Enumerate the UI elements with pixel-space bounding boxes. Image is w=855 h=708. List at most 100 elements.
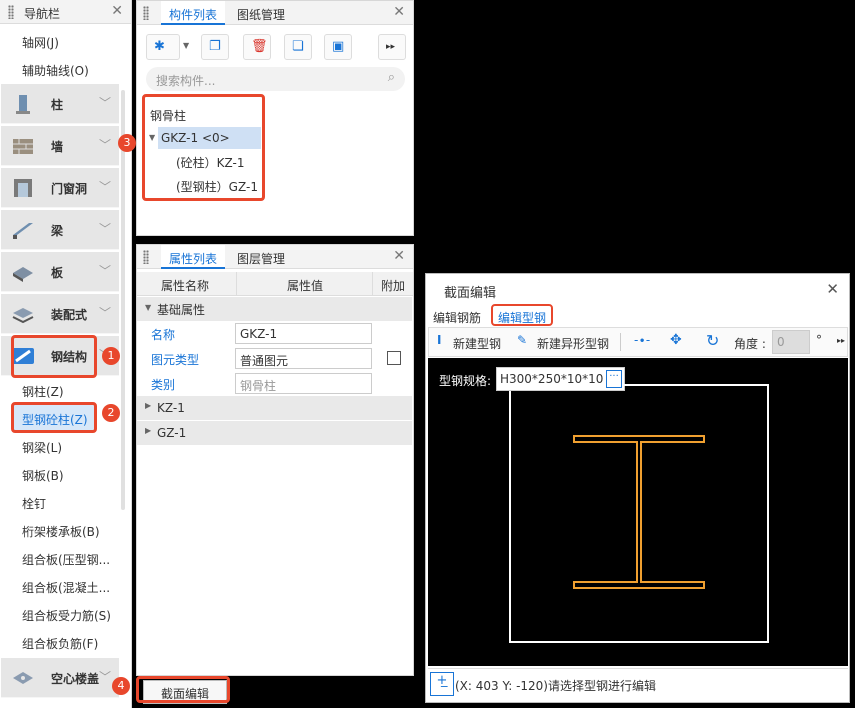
group-label: GZ-1 — [157, 426, 187, 440]
nav-item-composite-profiled[interactable]: 组合板(压型钢... — [22, 551, 110, 568]
prop-value-input[interactable]: 普通图元 — [235, 348, 372, 369]
status-bar: +̲ (X: 403 Y: -120)请选择型钢进行编辑 — [428, 668, 848, 700]
save-icon: ▣ — [332, 39, 345, 54]
tab-edit-rebar[interactable]: 编辑钢筋 — [433, 309, 481, 326]
nav-title: 导航栏 — [24, 7, 61, 21]
search-icon[interactable]: ⌕ — [388, 70, 395, 85]
close-icon[interactable]: ✕ — [826, 280, 839, 298]
nav-item-truss-deck[interactable]: 桁架楼承板(B) — [22, 523, 100, 540]
prop-value-input[interactable]: GKZ-1 — [235, 323, 372, 344]
nav-cat-label: 装配式 — [51, 308, 88, 322]
rotate-icon[interactable]: ↻ — [706, 331, 719, 350]
add-checkbox[interactable] — [387, 351, 401, 365]
new-special-steel-button[interactable]: 新建异形型钢 — [537, 335, 609, 352]
angle-input[interactable]: 0 — [772, 330, 810, 354]
search-input[interactable]: 搜索构件... — [156, 72, 215, 89]
search-field[interactable]: 搜索构件... ⌕ — [146, 67, 405, 91]
angle-value: 0 — [777, 335, 785, 349]
nav-cat-door-window[interactable]: 门窗洞 ﹀ — [1, 168, 119, 208]
property-table-header: 属性名称 属性值 附加 — [137, 272, 413, 296]
step-badge: 1 — [102, 347, 120, 365]
section-canvas[interactable]: 型钢规格: H300*250*10*10 ··· — [428, 358, 848, 666]
copy-to-floor-button[interactable]: ❏ — [284, 34, 312, 60]
prop-value: 普通图元 — [240, 354, 289, 368]
property-panel-header: 属性列表 图层管理 ✕ — [137, 245, 413, 269]
expand-icon[interactable]: ▶ — [145, 401, 151, 410]
nav-cat-prefab[interactable]: 装配式 ﹀ — [1, 294, 119, 334]
chevron-down-icon: ﹀ — [98, 264, 111, 278]
delete-button[interactable]: 🗑 — [243, 34, 271, 60]
group-label: KZ-1 — [157, 401, 185, 415]
more-icon: ▸▸ — [386, 42, 396, 52]
prop-value: 钢骨柱 — [240, 379, 277, 393]
nav-cat-wall[interactable]: 墙 ﹀ — [1, 126, 119, 166]
col-name: 属性名称 — [161, 279, 210, 293]
lock-icon[interactable] — [143, 6, 149, 20]
nav-item-stud[interactable]: 栓钉 — [22, 495, 46, 512]
highlight-box-steel-concrete — [11, 402, 97, 433]
beam-icon — [13, 223, 33, 239]
nav-item-steel-beam[interactable]: 钢梁(L) — [22, 439, 62, 456]
point-icon[interactable]: -∙- — [634, 333, 650, 347]
tab-property-list[interactable]: 属性列表 — [161, 245, 226, 269]
close-icon[interactable]: ✕ — [111, 3, 123, 19]
step-badge: 4 — [112, 677, 130, 695]
chevron-down-icon: ﹀ — [98, 180, 111, 194]
editor-toolbar: I 新建型钢 ✎ 新建异形型钢 -∙- ✥ ↻ 角度 : 0 ° ▸▸ — [428, 327, 848, 357]
add-point-icon[interactable]: +̲ — [430, 672, 454, 696]
col-value: 属性值 — [287, 279, 324, 293]
chevron-down-icon: ﹀ — [98, 222, 111, 236]
nav-item-steel-column[interactable]: 钢柱(Z) — [22, 383, 64, 400]
new-icon: ✱ — [154, 39, 165, 54]
highlight-box-section-edit — [136, 676, 230, 703]
expand-icon[interactable]: ▶ — [145, 426, 151, 435]
close-icon[interactable]: ✕ — [393, 4, 405, 20]
nav-cat-label: 柱 — [51, 98, 64, 112]
prop-value-input[interactable]: 钢骨柱 — [235, 373, 372, 394]
prop-row: 图元类型 普通图元 — [137, 346, 412, 370]
nav-item-steel-plate[interactable]: 钢板(B) — [22, 467, 64, 484]
col-add: 附加 — [381, 279, 406, 293]
tab-layer-management[interactable]: 图层管理 — [229, 245, 293, 269]
tab-component-list[interactable]: 构件列表 — [161, 1, 226, 25]
close-icon[interactable]: ✕ — [393, 248, 405, 264]
group-gz[interactable]: ▶ GZ-1 — [137, 421, 412, 445]
tab-drawing-management[interactable]: 图纸管理 — [229, 1, 293, 25]
group-kz[interactable]: ▶ KZ-1 — [137, 396, 412, 420]
angle-label: 角度 : — [734, 337, 766, 351]
nav-item-axis-grid[interactable]: 轴网(J) — [22, 34, 59, 51]
nav-cat-column[interactable]: 柱 ﹀ — [1, 84, 119, 124]
slab-icon — [13, 267, 33, 282]
drag-handle-icon[interactable] — [8, 5, 14, 19]
highlight-box-tree — [142, 94, 265, 201]
new-steel-button[interactable]: 新建型钢 — [453, 335, 501, 352]
wall-icon — [13, 139, 33, 154]
more-button[interactable]: ▸▸ — [378, 34, 406, 60]
prop-row: 名称 GKZ-1 — [137, 321, 412, 345]
copy-icon: ❐ — [209, 39, 221, 54]
lock-icon[interactable] — [143, 250, 149, 264]
new-component-button[interactable]: ✱ ▼ — [146, 34, 189, 60]
nav-cat-label: 门窗洞 — [51, 182, 88, 196]
dropdown-arrow-icon[interactable]: ▼ — [183, 41, 189, 50]
degree-unit: ° — [816, 333, 822, 347]
more-icon[interactable]: ▸▸ — [837, 336, 845, 345]
scrollbar[interactable] — [121, 90, 125, 510]
i-beam-icon: I — [437, 333, 442, 347]
nav-cat-hollow-floor[interactable]: 空心楼盖 ﹀ — [1, 658, 119, 698]
nav-item-aux-axis[interactable]: 辅助轴线(O) — [22, 62, 89, 79]
copy-button[interactable]: ❐ — [201, 34, 229, 60]
hollow-floor-icon — [13, 672, 33, 684]
collapse-icon[interactable]: ▼ — [145, 303, 151, 312]
nav-item-composite-neg-rebar[interactable]: 组合板负筋(F) — [22, 635, 98, 652]
highlight-box-edit-steel-tab — [491, 304, 553, 326]
nav-cat-slab[interactable]: 板 ﹀ — [1, 252, 119, 292]
group-basic[interactable]: ▼ 基础属性 — [137, 297, 412, 321]
move-icon[interactable]: ✥ — [670, 332, 682, 348]
nav-item-composite-main-rebar[interactable]: 组合板受力筋(S) — [22, 607, 111, 624]
chevron-down-icon: ﹀ — [98, 96, 111, 110]
nav-item-composite-concrete[interactable]: 组合板(混凝土... — [22, 579, 110, 596]
nav-cat-beam[interactable]: 梁 ﹀ — [1, 210, 119, 250]
group-label: 基础属性 — [157, 303, 206, 317]
save-button[interactable]: ▣ — [324, 34, 352, 60]
